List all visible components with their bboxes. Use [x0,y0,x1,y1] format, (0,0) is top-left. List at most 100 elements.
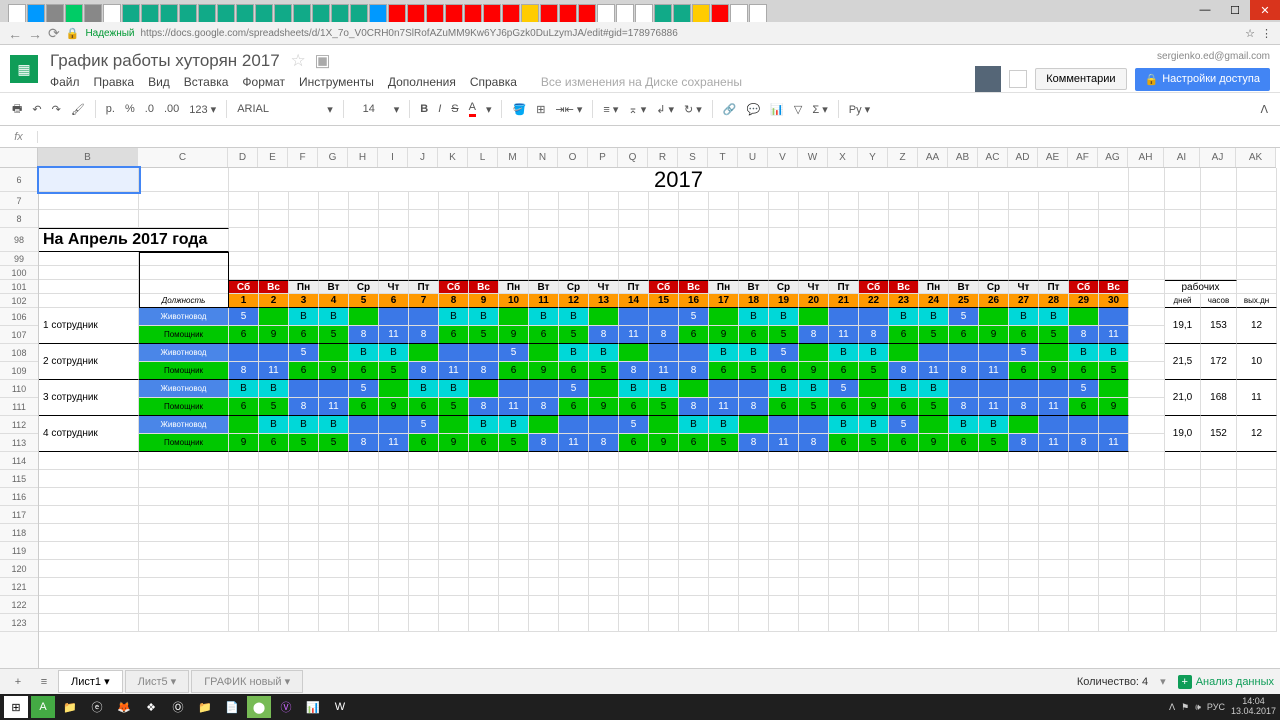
cell[interactable] [1069,614,1099,632]
cell[interactable] [1201,596,1237,614]
sched[interactable]: B [769,380,799,398]
sched[interactable]: 11 [1099,326,1129,344]
cell[interactable] [529,228,559,252]
sched[interactable]: 6 [619,434,649,452]
sched[interactable]: 6 [949,326,979,344]
cell[interactable] [1069,452,1099,470]
sched[interactable]: B [679,416,709,434]
sum[interactable]: 21,5 [1165,344,1201,380]
url-field[interactable]: https://docs.google.com/spreadsheets/d/1… [141,28,1240,39]
sched[interactable]: 6 [349,362,379,380]
row-header[interactable]: 120 [0,560,38,578]
cell[interactable] [1165,560,1201,578]
menu-item[interactable]: Вставка [184,75,229,89]
col-header[interactable]: B [38,148,138,167]
sched[interactable]: 8 [409,362,439,380]
cell[interactable] [469,614,499,632]
sched[interactable]: B [709,344,739,362]
cell[interactable] [1099,210,1129,228]
cell[interactable] [619,488,649,506]
sched[interactable] [529,416,559,434]
cell[interactable] [499,452,529,470]
sched[interactable]: 5 [1069,380,1099,398]
cell[interactable] [469,470,499,488]
cell[interactable] [1009,488,1039,506]
cell[interactable] [679,192,709,210]
cell[interactable] [709,560,739,578]
date[interactable]: 15 [649,294,679,308]
cell[interactable] [139,596,229,614]
cell[interactable] [859,266,889,280]
sched[interactable]: 6 [889,326,919,344]
dow[interactable]: Пн [709,280,739,294]
cell[interactable] [1165,506,1201,524]
cell[interactable] [1165,210,1201,228]
sum-h[interactable]: дней [1165,294,1201,308]
sched[interactable]: 8 [649,326,679,344]
cell[interactable] [979,452,1009,470]
cell[interactable] [1129,280,1165,294]
cell[interactable] [289,210,319,228]
cell[interactable] [1237,542,1277,560]
browser-tab[interactable] [559,4,577,22]
cell[interactable] [679,266,709,280]
cell[interactable] [499,596,529,614]
cell[interactable] [469,210,499,228]
cell[interactable] [829,542,859,560]
cell[interactable] [679,578,709,596]
cell[interactable] [1099,596,1129,614]
cell[interactable] [619,542,649,560]
browser-tab[interactable] [255,4,273,22]
cell[interactable] [439,452,469,470]
cell[interactable] [379,252,409,266]
row-header[interactable]: 102 [0,294,38,308]
sheet-tab[interactable]: ГРАФИК новый ▾ [191,670,303,693]
cell[interactable] [1201,168,1237,192]
col-header[interactable]: T [708,148,738,167]
cell[interactable] [709,596,739,614]
cell[interactable] [139,560,229,578]
sched[interactable]: 8 [469,362,499,380]
cell[interactable] [859,596,889,614]
sched[interactable]: 5 [289,344,319,362]
sched[interactable]: B [739,308,769,326]
sched[interactable] [589,308,619,326]
dow[interactable]: Вс [679,280,709,294]
sched[interactable]: B [829,416,859,434]
browser-tab[interactable] [198,4,216,22]
sched[interactable]: 5 [859,362,889,380]
halign-icon[interactable]: ≡ ▾ [603,103,618,116]
cell[interactable] [559,560,589,578]
dow[interactable]: Пт [619,280,649,294]
cell[interactable] [1039,596,1069,614]
cell[interactable] [559,524,589,542]
sched[interactable] [559,416,589,434]
cell[interactable] [439,506,469,524]
cell[interactable] [1009,452,1039,470]
cell[interactable] [529,524,559,542]
sched[interactable]: 6 [529,326,559,344]
cell[interactable] [39,452,139,470]
cell[interactable] [1099,524,1129,542]
browser-tab[interactable] [103,4,121,22]
cell[interactable] [259,614,289,632]
date[interactable]: 24 [919,294,949,308]
cell[interactable] [919,524,949,542]
cell[interactable] [1201,266,1237,280]
sched[interactable]: 6 [1009,362,1039,380]
valign-icon[interactable]: ⌅ ▾ [628,103,646,116]
cell[interactable] [589,524,619,542]
sched[interactable] [319,380,349,398]
cell[interactable] [889,542,919,560]
cell[interactable] [259,192,289,210]
cell[interactable] [229,506,259,524]
sched[interactable]: 5 [919,326,949,344]
sched[interactable]: B [439,308,469,326]
cell[interactable] [529,452,559,470]
sched[interactable] [769,416,799,434]
cell[interactable] [1039,524,1069,542]
cell[interactable] [319,560,349,578]
cell[interactable] [649,524,679,542]
sched[interactable]: 11 [559,434,589,452]
sched[interactable]: 8 [589,434,619,452]
